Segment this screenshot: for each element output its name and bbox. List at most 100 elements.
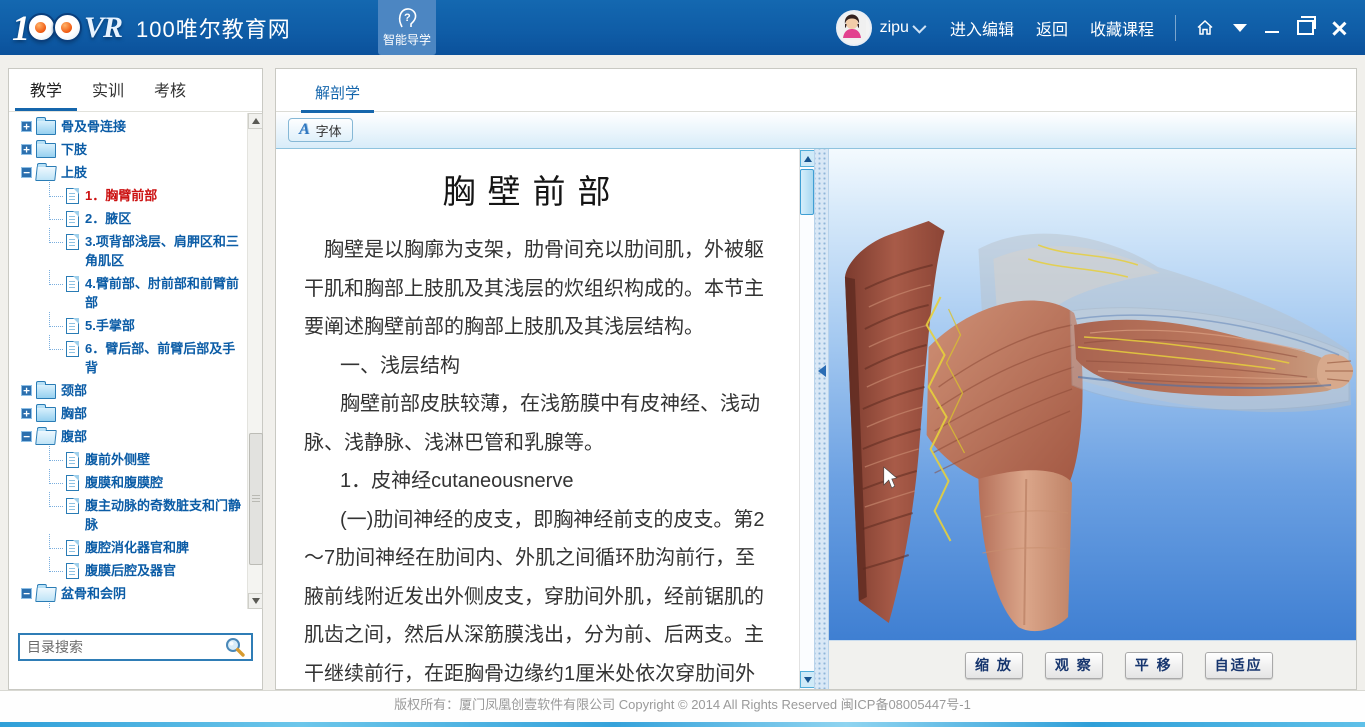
tree-item-label[interactable]: 腹前外侧壁 bbox=[85, 450, 150, 469]
arrow-up-icon bbox=[252, 118, 260, 124]
close-button[interactable] bbox=[1332, 21, 1346, 35]
lesson-toolbar: A 字体 bbox=[276, 112, 1356, 149]
course-sidebar: 教学 实训 考核 + 骨及骨连接 + 下肢 − 上肢 1．胸臂前部 2．腋区 3.项背部浅层、肩… bbox=[8, 68, 263, 690]
expand-node-icon[interactable]: + bbox=[21, 144, 32, 155]
enter-edit-button[interactable]: 进入编辑 bbox=[950, 16, 1014, 40]
expand-node-icon[interactable]: + bbox=[21, 408, 32, 419]
folder-icon bbox=[35, 430, 57, 445]
tree-item[interactable]: 6．臂后部、前臂后部及手背 bbox=[9, 337, 247, 379]
scrollbar-thumb[interactable] bbox=[800, 169, 814, 215]
article-paragraph: 1．皮神经cutaneousnerve bbox=[304, 462, 773, 501]
collapse-node-icon[interactable]: − bbox=[21, 588, 32, 599]
tree-item-label[interactable]: 颈部 bbox=[61, 381, 87, 400]
expand-node-icon[interactable]: + bbox=[21, 385, 32, 396]
scroll-up-button[interactable] bbox=[248, 113, 263, 129]
user-avatar[interactable] bbox=[836, 10, 872, 46]
collapse-node-icon[interactable]: − bbox=[21, 167, 32, 178]
sidebar-scrollbar[interactable] bbox=[247, 113, 262, 609]
site-logo[interactable]: 1 VR bbox=[12, 10, 122, 46]
tab-teaching[interactable]: 教学 bbox=[15, 77, 77, 111]
logo-eye-icon bbox=[53, 13, 82, 42]
collapse-node-icon[interactable]: − bbox=[21, 431, 32, 442]
tree-item-label[interactable]: 上肢 bbox=[61, 163, 87, 182]
tree-item-label[interactable]: 2．腋区 bbox=[85, 209, 131, 228]
tree-item-label[interactable]: 下肢 bbox=[61, 140, 87, 159]
tree-connector bbox=[49, 446, 63, 461]
tree-item[interactable]: − 腹部 bbox=[9, 425, 247, 448]
smart-guide-label: 智能导学 bbox=[383, 31, 431, 48]
header-divider bbox=[1175, 15, 1176, 41]
tree-connector bbox=[49, 335, 63, 350]
home-button[interactable] bbox=[1195, 18, 1215, 38]
document-icon bbox=[66, 234, 79, 250]
model-3d-canvas[interactable] bbox=[829, 149, 1356, 640]
catalog-search-box[interactable] bbox=[18, 633, 253, 661]
tree-item-label[interactable]: 盆骨和会阴 bbox=[61, 584, 126, 603]
document-icon bbox=[66, 276, 79, 292]
tree-item-label[interactable]: 3.项背部浅层、肩胛区和三角肌区 bbox=[85, 232, 245, 270]
tree-item[interactable]: 腹前外侧壁 bbox=[9, 448, 247, 471]
username[interactable]: zipu bbox=[880, 19, 909, 37]
scroll-down-button[interactable] bbox=[800, 671, 815, 688]
tab-anatomy[interactable]: 解剖学 bbox=[301, 69, 374, 113]
document-icon bbox=[66, 341, 79, 357]
tree-item[interactable]: + 胸部 bbox=[9, 402, 247, 425]
scroll-up-button[interactable] bbox=[800, 150, 815, 167]
back-button[interactable]: 返回 bbox=[1036, 16, 1068, 40]
collapse-left-icon[interactable] bbox=[818, 365, 826, 377]
tree-item[interactable]: 1．胸臂前部 bbox=[9, 184, 247, 207]
tree-item-label[interactable]: 腹腔消化器官和脾 bbox=[85, 538, 189, 557]
maximize-button[interactable] bbox=[1297, 20, 1314, 35]
article-scrollbar[interactable] bbox=[799, 149, 814, 689]
tab-training[interactable]: 实训 bbox=[77, 77, 139, 111]
font-button[interactable]: A 字体 bbox=[288, 118, 353, 142]
tree-item-label[interactable]: 胸部 bbox=[61, 404, 87, 423]
tree-item[interactable]: 腹膜后腔及器官 bbox=[9, 559, 247, 582]
tree-item[interactable]: + 下肢 bbox=[9, 138, 247, 161]
smart-guide-button[interactable]: ? 智能导学 bbox=[378, 0, 436, 55]
tree-item[interactable]: + 颈部 bbox=[9, 379, 247, 402]
tree-item-label[interactable]: 骨及骨连接 bbox=[61, 117, 126, 136]
scroll-down-button[interactable] bbox=[248, 593, 263, 609]
tree-item-label[interactable]: 腹主动脉的奇数脏支和门静脉 bbox=[85, 496, 245, 534]
minimize-button[interactable] bbox=[1265, 23, 1279, 33]
tree-item[interactable]: 2．腋区 bbox=[9, 207, 247, 230]
logo-text-vr: VR bbox=[84, 13, 122, 43]
tree-item[interactable]: 腹主动脉的奇数脏支和门静脉 bbox=[9, 494, 247, 536]
question-head-icon: ? bbox=[396, 7, 418, 29]
tree-item[interactable]: − 盆骨和会阴 bbox=[9, 582, 247, 605]
sidebar-tabs: 教学 实训 考核 bbox=[9, 69, 262, 112]
tree-item-label[interactable]: 腹膜和腹膜腔 bbox=[85, 473, 163, 492]
dropdown-button[interactable] bbox=[1233, 24, 1247, 32]
viewer-control-button[interactable]: 自适应 bbox=[1205, 652, 1273, 679]
tree-item[interactable]: − 上肢 bbox=[9, 161, 247, 184]
avatar-image bbox=[838, 12, 866, 40]
tree-item-label[interactable]: 4.臂前部、肘前部和前臂前部 bbox=[85, 274, 245, 312]
tab-assessment[interactable]: 考核 bbox=[139, 77, 201, 111]
favorite-course-button[interactable]: 收藏课程 bbox=[1090, 16, 1154, 40]
search-icon[interactable] bbox=[224, 636, 246, 658]
viewer-control-button[interactable]: 缩 放 bbox=[965, 652, 1023, 679]
viewer-control-button[interactable]: 观 察 bbox=[1045, 652, 1103, 679]
panel-splitter[interactable] bbox=[814, 149, 829, 689]
tree-item[interactable]: 5.手掌部 bbox=[9, 314, 247, 337]
tree-item[interactable]: 腹腔消化器官和脾 bbox=[9, 536, 247, 559]
tree-item[interactable]: 4.臂前部、肘前部和前臂前部 bbox=[9, 272, 247, 314]
tree-connector bbox=[49, 534, 63, 549]
model-viewer-panel: 缩 放观 察平 移自适应 bbox=[829, 149, 1356, 689]
tree-item-label[interactable]: 5.手掌部 bbox=[85, 316, 135, 335]
viewer-control-button[interactable]: 平 移 bbox=[1125, 652, 1183, 679]
tree-item-label[interactable]: 6．臂后部、前臂后部及手背 bbox=[85, 339, 245, 377]
search-input[interactable] bbox=[25, 638, 224, 656]
logo-eye-icon bbox=[27, 13, 56, 42]
tree-item[interactable]: 3.项背部浅层、肩胛区和三角肌区 bbox=[9, 230, 247, 272]
expand-node-icon[interactable]: + bbox=[21, 121, 32, 132]
tree-item[interactable]: 腹膜和腹膜腔 bbox=[9, 471, 247, 494]
tree-item[interactable]: + 骨及骨连接 bbox=[9, 115, 247, 138]
tree-item-label[interactable]: 腹膜后腔及器官 bbox=[85, 561, 176, 580]
tree-item-label[interactable]: 1．胸臂前部 bbox=[85, 186, 157, 205]
chevron-down-icon[interactable] bbox=[912, 19, 926, 33]
tree-connector bbox=[49, 557, 63, 572]
tree-item-label[interactable]: 腹部 bbox=[61, 427, 87, 446]
scrollbar-thumb[interactable] bbox=[249, 433, 263, 565]
